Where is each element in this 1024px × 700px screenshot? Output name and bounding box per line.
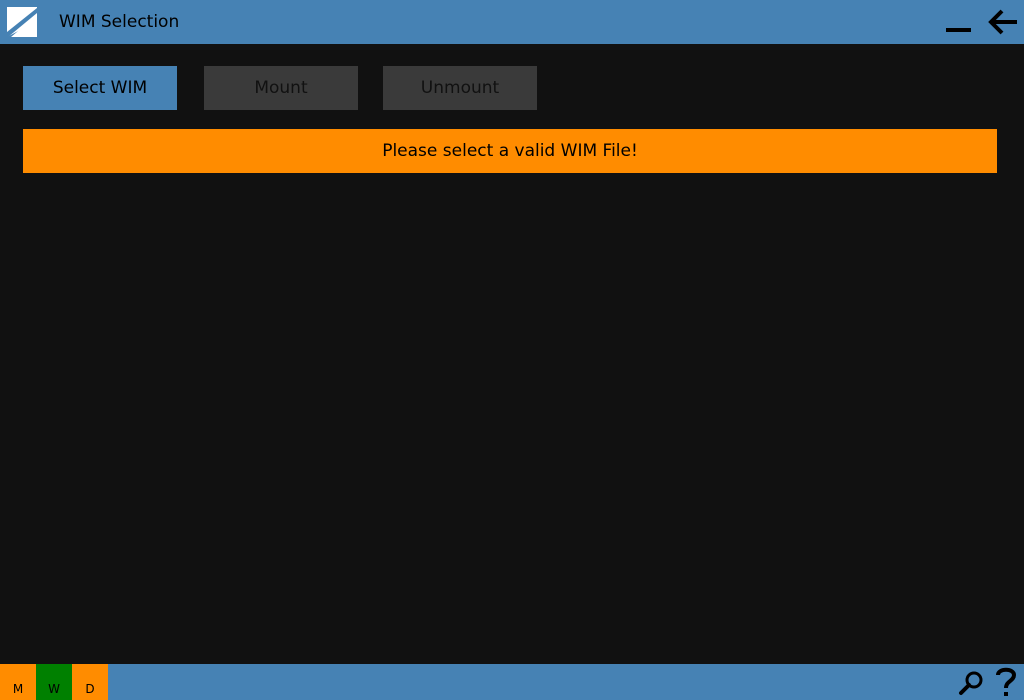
status-bar: M W D xyxy=(0,664,1024,700)
mount-button[interactable]: Mount xyxy=(204,66,358,110)
status-tile-w[interactable]: W xyxy=(36,664,72,700)
status-tile-label: W xyxy=(48,682,60,696)
status-message: Please select a valid WIM File! xyxy=(23,129,997,173)
search-icon[interactable] xyxy=(958,670,984,696)
status-tile-label: M xyxy=(12,682,24,696)
arrow-left-icon[interactable] xyxy=(986,8,1018,36)
status-tile-label: D xyxy=(85,682,95,696)
title-bar: WIM Selection xyxy=(0,0,1024,44)
status-tile-m[interactable]: M xyxy=(0,664,36,700)
help-icon[interactable] xyxy=(994,665,1018,699)
minimize-icon[interactable] xyxy=(946,14,972,34)
window-title: WIM Selection xyxy=(59,12,180,32)
select-wim-button[interactable]: Select WIM xyxy=(23,66,177,110)
unmount-button[interactable]: Unmount xyxy=(383,66,537,110)
app-logo-icon xyxy=(7,7,37,37)
status-tile-d[interactable]: D xyxy=(72,664,108,700)
